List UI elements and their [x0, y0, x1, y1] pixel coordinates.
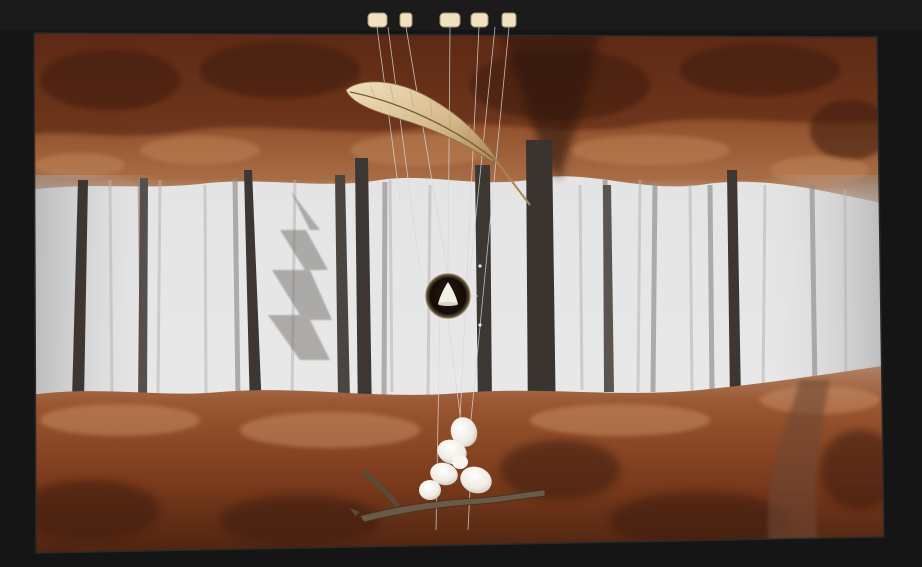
artwork-stage [0, 0, 922, 567]
oculus-icon [425, 273, 471, 319]
mixed-media-artwork [0, 0, 922, 567]
